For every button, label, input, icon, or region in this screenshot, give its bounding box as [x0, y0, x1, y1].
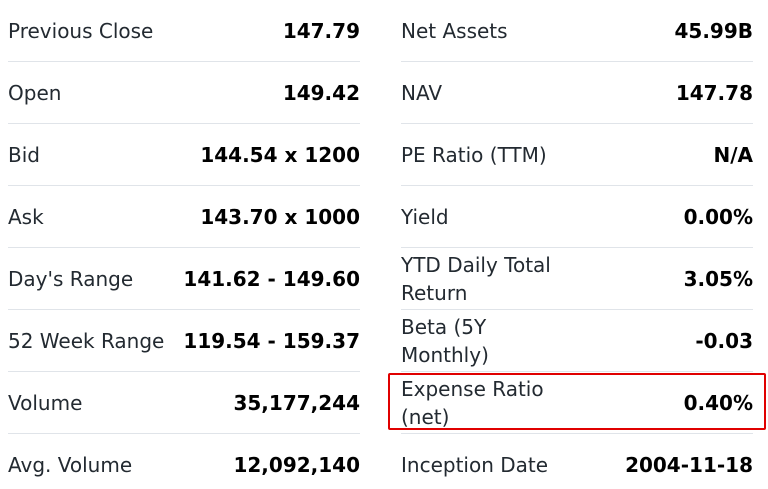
bid-value: 144.54 x 1200 [200, 142, 360, 167]
ask-label: Ask [8, 204, 44, 229]
row-yield: Yield 0.00% [401, 186, 753, 248]
pe-ratio-label: PE Ratio (TTM) [401, 142, 547, 167]
volume-value: 35,177,244 [233, 390, 360, 415]
row-pe-ratio: PE Ratio (TTM) N/A [401, 124, 753, 186]
previous-close-value: 147.79 [282, 18, 360, 43]
yield-value: 0.00% [683, 204, 753, 229]
yield-label: Yield [401, 204, 449, 229]
row-avg-volume: Avg. Volume 12,092,140 [8, 434, 360, 489]
row-ytd-return: YTD Daily Total Return 3.05% [401, 248, 753, 310]
row-volume: Volume 35,177,244 [8, 372, 360, 434]
previous-close-label: Previous Close [8, 18, 154, 43]
net-assets-value: 45.99B [674, 18, 753, 43]
open-value: 149.42 [282, 80, 360, 105]
inception-date-label: Inception Date [401, 453, 549, 477]
row-bid: Bid 144.54 x 1200 [8, 124, 360, 186]
ytd-return-value: 3.05% [683, 266, 753, 291]
row-beta: Beta (5Y Monthly) -0.03 [401, 310, 753, 372]
row-previous-close: Previous Close 147.79 [8, 0, 360, 62]
expense-ratio-value: 0.40% [683, 390, 753, 415]
nav-label: NAV [401, 80, 443, 105]
52-week-range-value: 119.54 - 159.37 [183, 328, 360, 353]
summary-table-right: Net Assets 45.99B NAV 147.78 PE Ratio (T… [401, 0, 753, 489]
net-assets-label: Net Assets [401, 18, 508, 43]
row-net-assets: Net Assets 45.99B [401, 0, 753, 62]
row-inception-date: Inception Date 2004-11-18 [401, 434, 753, 489]
row-ask: Ask 143.70 x 1000 [8, 186, 360, 248]
52-week-range-label: 52 Week Range [8, 328, 165, 353]
pe-ratio-value: N/A [713, 142, 753, 167]
avg-volume-label: Avg. Volume [8, 453, 133, 477]
nav-value: 147.78 [675, 80, 753, 105]
ytd-return-label: YTD Daily Total Return [401, 252, 551, 305]
beta-label: Beta (5Y Monthly) [401, 314, 489, 367]
volume-label: Volume [8, 390, 83, 415]
expense-ratio-label: Expense Ratio (net) [401, 376, 544, 429]
summary-table-left: Previous Close 147.79 Open 149.42 Bid 14… [8, 0, 360, 489]
row-52-week-range: 52 Week Range 119.54 - 159.37 [8, 310, 360, 372]
row-expense-ratio: Expense Ratio (net) 0.40% [401, 372, 753, 434]
inception-date-value: 2004-11-18 [625, 453, 753, 477]
row-nav: NAV 147.78 [401, 62, 753, 124]
open-label: Open [8, 80, 62, 105]
ask-value: 143.70 x 1000 [200, 204, 360, 229]
row-open: Open 149.42 [8, 62, 360, 124]
bid-label: Bid [8, 142, 40, 167]
avg-volume-value: 12,092,140 [233, 453, 360, 477]
days-range-label: Day's Range [8, 266, 134, 291]
days-range-value: 141.62 - 149.60 [183, 266, 360, 291]
beta-value: -0.03 [695, 328, 753, 353]
row-days-range: Day's Range 141.62 - 149.60 [8, 248, 360, 310]
